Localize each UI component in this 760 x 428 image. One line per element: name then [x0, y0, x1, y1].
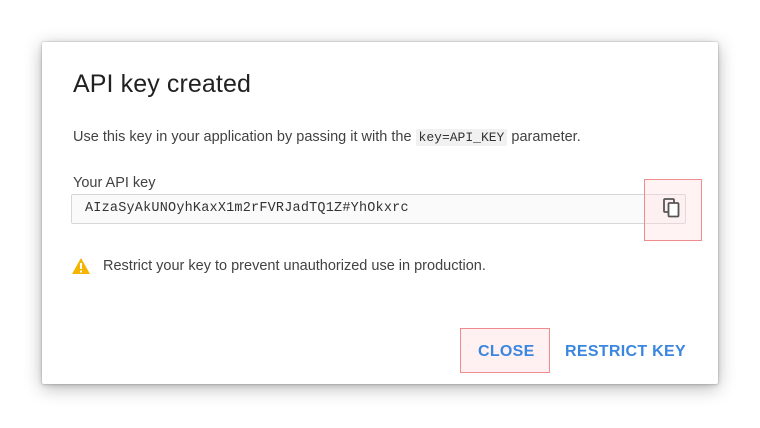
dialog-description: Use this key in your application by pass… [73, 129, 581, 146]
restrict-key-button[interactable]: RESTRICT KEY [565, 343, 686, 361]
api-key-value[interactable]: AIzaSyAkUNOyhKaxX1m2rFVRJadTQ1Z#YhOkxrc [85, 201, 409, 216]
copy-button[interactable] [659, 197, 685, 223]
api-key-created-dialog: API key created Use this key in your app… [42, 42, 718, 384]
warning-icon [71, 257, 91, 275]
warning-text: Restrict your key to prevent unauthorize… [103, 258, 486, 274]
description-code: key=API_KEY [415, 129, 508, 146]
api-key-field-label: Your API key [73, 175, 156, 191]
description-text-before: Use this key in your application by pass… [73, 129, 416, 145]
copy-icon [663, 197, 681, 223]
api-key-field[interactable]: AIzaSyAkUNOyhKaxX1m2rFVRJadTQ1Z#YhOkxrc [71, 194, 686, 224]
dialog-title: API key created [73, 70, 251, 98]
close-button[interactable]: CLOSE [478, 343, 535, 361]
description-text-after: parameter. [507, 129, 581, 145]
warning-row: Restrict your key to prevent unauthorize… [71, 257, 486, 275]
